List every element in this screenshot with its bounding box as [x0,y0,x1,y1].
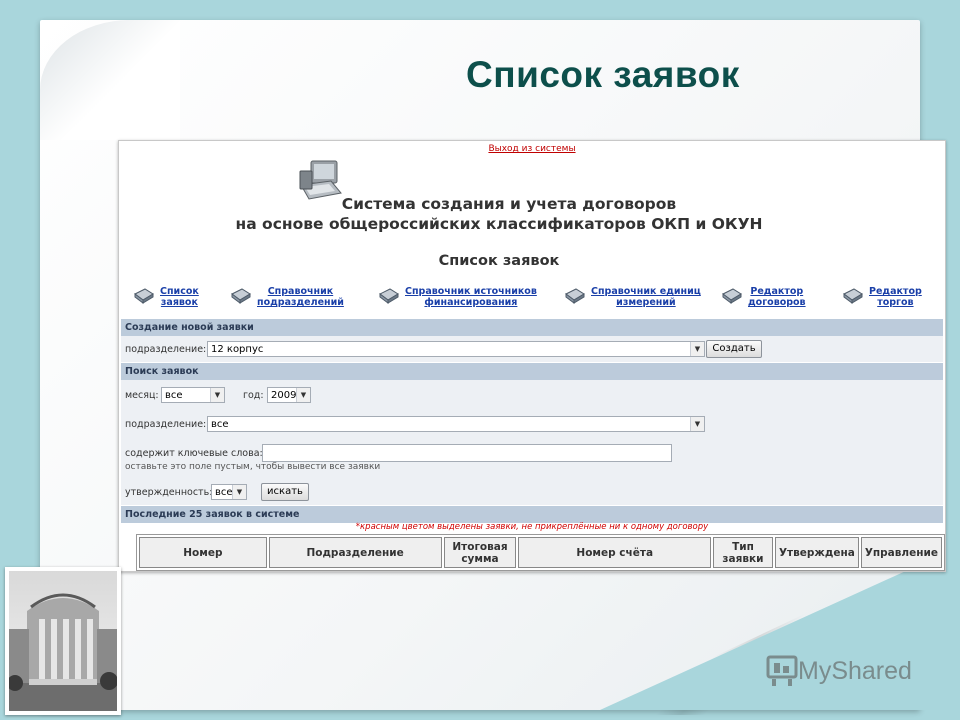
main-nav: Список заявок Справочник подразделений Спр… [119,286,945,316]
approval-label: утвержденность: [125,487,213,498]
book-icon [565,288,585,304]
dropdown-arrow-icon: ▼ [296,388,310,402]
column-header[interactable]: Управление [860,537,942,568]
red-requests-note: *красным цветом выделены заявки, не прик… [355,522,709,532]
nav-item-requests[interactable]: Список заявок [134,286,199,308]
dropdown-arrow-icon: ▼ [210,388,224,402]
book-icon [843,288,863,304]
recent-section-header: Последние 25 заявок в системе [121,506,943,523]
search-section-header: Поиск заявок [121,363,943,380]
year-select[interactable]: 2009 ▼ [267,387,311,403]
app-title-line1: Система создания и учета договоров [341,195,677,213]
building-photo-image [9,571,117,711]
nav-item-units[interactable]: Справочник единиц измерений [565,286,701,308]
month-select[interactable]: все ▼ [161,387,225,403]
create-division-label: подразделение: [125,344,207,355]
book-icon [722,288,742,304]
nav-label: Редактор договоров [748,286,806,308]
nav-label: Справочник единиц измерений [591,286,701,308]
keywords-input[interactable] [262,444,672,462]
nav-label: Справочник подразделений [257,286,344,308]
search-division-label: подразделение: [125,419,207,430]
logout-link[interactable]: Выход из системы [119,144,945,154]
app-title-line2: на основе общероссийских классификаторов… [235,215,763,233]
book-icon [134,288,154,304]
approval-select[interactable]: все ▼ [211,484,247,500]
column-header[interactable]: Номер счёта [518,537,711,568]
create-division-select[interactable]: 12 корпус ▼ [207,341,705,357]
nav-item-tenders-editor[interactable]: Редактор торгов [843,286,922,308]
dropdown-arrow-icon: ▼ [690,417,704,431]
column-header[interactable]: Итоговая сумма [443,537,517,568]
book-icon [379,288,399,304]
app-title: Система создания и учета договоров на ос… [119,194,879,234]
nav-item-funding-sources[interactable]: Справочник источников финансирования [379,286,537,308]
nav-label: Справочник источников финансирования [405,286,537,308]
column-header[interactable]: Подразделение [268,537,442,568]
table-header-row: Номер Подразделение Итоговая сумма Номер… [139,537,942,568]
myshared-logo-icon [766,655,798,686]
keywords-hint: оставьте это поле пустым, чтобы вывести … [125,462,381,472]
search-button[interactable]: искать [261,483,309,501]
search-section-panel: месяц: все ▼ год: 2009 ▼ подразделение: … [121,380,943,505]
app-screenshot: Выход из системы Система создания и учет… [118,140,946,572]
search-division-select[interactable]: все ▼ [207,416,705,432]
slide-title: Список заявок [466,54,740,95]
myshared-brand: MyShared [766,655,912,687]
create-section-panel: подразделение: 12 корпус ▼ Создать [121,336,943,362]
column-header[interactable]: Утверждена [774,537,859,568]
create-section-header: Создание новой заявки [121,319,943,336]
nav-label: Редактор торгов [869,286,922,308]
dropdown-arrow-icon: ▼ [690,342,704,356]
year-label: год: [243,390,264,401]
book-icon [231,288,251,304]
myshared-text: MyShared [798,656,912,685]
create-button[interactable]: Создать [706,340,762,358]
month-label: месяц: [125,390,159,401]
nav-item-divisions[interactable]: Справочник подразделений [231,286,344,308]
page-heading: Список заявок [438,253,560,269]
column-header[interactable]: Тип заявки [712,537,773,568]
column-header[interactable]: Номер [139,537,267,568]
dropdown-arrow-icon: ▼ [232,485,246,499]
requests-table: Номер Подразделение Итоговая сумма Номер… [136,534,945,571]
nav-label: Список заявок [160,286,199,308]
building-photo [5,567,121,715]
nav-item-contracts-editor[interactable]: Редактор договоров [722,286,806,308]
keywords-label: содержит ключевые слова: [125,448,263,459]
